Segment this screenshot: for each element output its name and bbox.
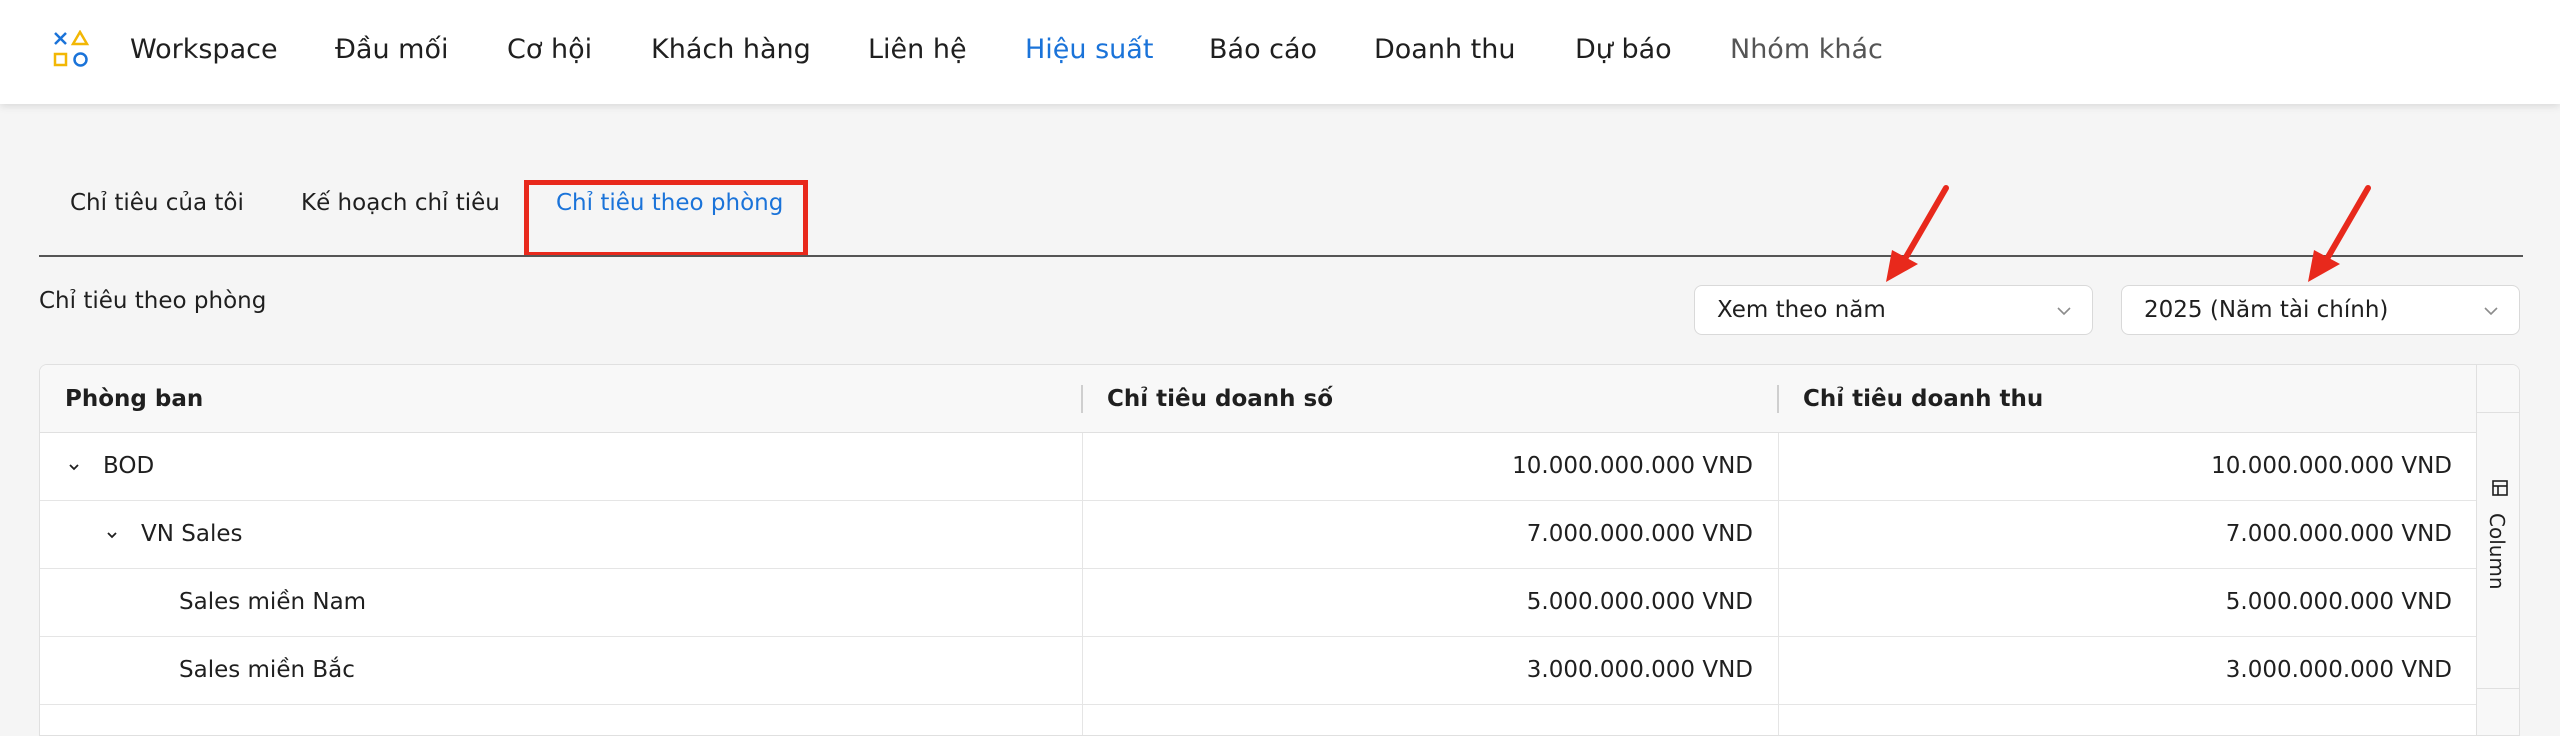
table-row[interactable]: Sales miền Nam 5.000.000.000 VND 5.000.0…: [40, 569, 2476, 637]
revenue-target-value: 10.000.000.000 VND: [2211, 453, 2452, 479]
view-mode-value: Xem theo năm: [1717, 297, 1886, 323]
app-logo-icon[interactable]: [52, 30, 92, 70]
column-header-sales-target[interactable]: Chỉ tiêu doanh số: [1082, 365, 1778, 433]
nav-item-du-bao[interactable]: Dự báo: [1575, 0, 1672, 104]
side-panel-header: [2477, 365, 2519, 413]
highlight-box: [524, 180, 808, 257]
annotation-arrow-icon: [1886, 185, 1949, 282]
department-name: Sales miền Bắc: [179, 657, 355, 683]
sales-target-value: 10.000.000.000 VND: [1512, 453, 1753, 479]
nav-item-doanh-thu[interactable]: Doanh thu: [1374, 0, 1515, 104]
chevron-down-icon: [2057, 307, 2071, 316]
nav-item-hieu-suat[interactable]: Hiệu suất: [1025, 0, 1153, 104]
nav-item-dau-moi[interactable]: Đầu mối: [335, 0, 448, 104]
column-divider: [1778, 433, 1779, 735]
tab-target-plan[interactable]: Kế hoạch chỉ tiêu: [301, 190, 500, 216]
column-header-department[interactable]: Phòng ban: [40, 365, 1082, 433]
top-nav: Workspace Đầu mối Cơ hội Khách hàng Liên…: [0, 0, 2560, 104]
nav-item-nhom-khac[interactable]: Nhóm khác: [1730, 0, 1883, 104]
columns-side-panel: Column: [2476, 365, 2519, 735]
tabs-divider: [39, 255, 2523, 257]
sales-target-value: 5.000.000.000 VND: [1526, 589, 1753, 615]
table-header: Phòng ban Chỉ tiêu doanh số Chỉ tiêu doa…: [40, 365, 2476, 433]
department-name: BOD: [103, 453, 155, 479]
department-name: Sales miền Nam: [179, 589, 367, 615]
sales-target-value: 3.000.000.000 VND: [1526, 657, 1753, 683]
nav-item-bao-cao[interactable]: Báo cáo: [1209, 0, 1317, 104]
nav-item-co-hoi[interactable]: Cơ hội: [507, 0, 592, 104]
fiscal-year-select[interactable]: 2025 (Năm tài chính): [2121, 285, 2520, 335]
table-row[interactable]: VN Sales 7.000.000.000 VND 7.000.000.000…: [40, 501, 2476, 569]
columns-panel-button[interactable]: Column: [2477, 413, 2519, 689]
nav-item-lien-he[interactable]: Liên hệ: [868, 0, 967, 104]
section-title: Chỉ tiêu theo phòng: [39, 288, 267, 314]
column-divider: [1082, 433, 1083, 735]
table-row[interactable]: Sales miền Bắc 3.000.000.000 VND 3.000.0…: [40, 637, 2476, 705]
chevron-down-icon[interactable]: [67, 460, 81, 474]
department-name: VN Sales: [141, 521, 243, 547]
columns-panel-label: Column: [2485, 513, 2509, 590]
annotation-arrow-icon: [2308, 185, 2371, 282]
department-targets-table: Phòng ban Chỉ tiêu doanh số Chỉ tiêu doa…: [39, 364, 2520, 736]
chevron-down-icon: [2484, 307, 2498, 316]
revenue-target-value: 5.000.000.000 VND: [2225, 589, 2452, 615]
table-row[interactable]: BOD 10.000.000.000 VND 10.000.000.000 VN…: [40, 433, 2476, 501]
tab-my-targets[interactable]: Chỉ tiêu của tôi: [70, 190, 244, 216]
revenue-target-value: 7.000.000.000 VND: [2225, 521, 2452, 547]
fiscal-year-value: 2025 (Năm tài chính): [2144, 297, 2389, 323]
nav-item-khach-hang[interactable]: Khách hàng: [651, 0, 811, 104]
view-mode-select[interactable]: Xem theo năm: [1694, 285, 2093, 335]
sales-target-value: 7.000.000.000 VND: [1526, 521, 1753, 547]
table-columns-icon: [2492, 480, 2508, 496]
column-header-revenue-target[interactable]: Chỉ tiêu doanh thu: [1778, 365, 2476, 433]
revenue-target-value: 3.000.000.000 VND: [2225, 657, 2452, 683]
nav-item-workspace[interactable]: Workspace: [130, 0, 278, 104]
chevron-down-icon[interactable]: [105, 528, 119, 542]
